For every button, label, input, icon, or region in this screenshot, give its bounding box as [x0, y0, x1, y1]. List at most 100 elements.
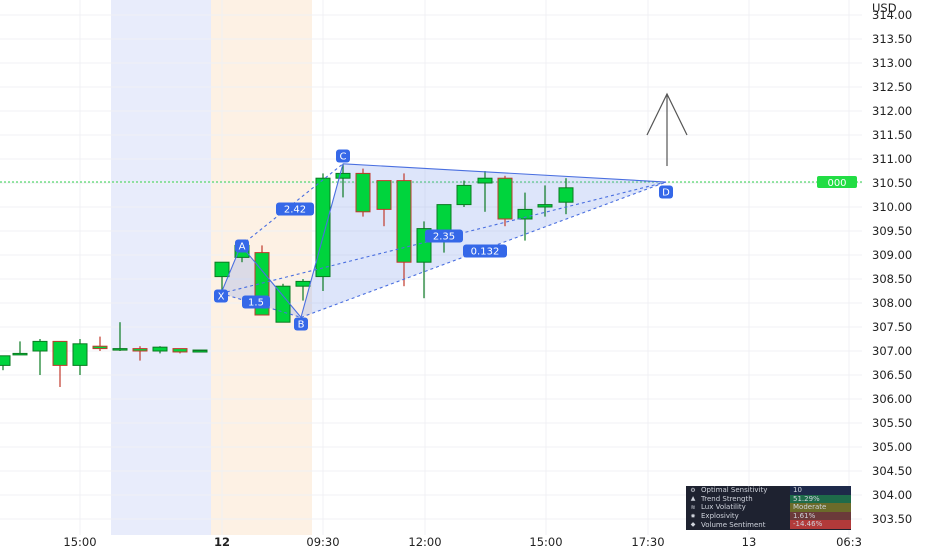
candle: [32, 339, 48, 375]
price-tick-label: 309.50: [872, 224, 912, 238]
point-label-x: X: [214, 289, 228, 303]
candle: [315, 173, 331, 291]
panel-row-key: Explosivity: [701, 512, 739, 521]
price-tick-label: 312.50: [872, 80, 912, 94]
price-tick-label: 311.50: [872, 128, 912, 142]
point-label-a: A: [235, 239, 249, 253]
candle: [355, 168, 371, 217]
price-tick-label: 310.50: [872, 176, 912, 190]
volatility-icon: ≋: [690, 503, 696, 511]
panel-row: ⚙ Optimal Sensitivity 10: [686, 486, 851, 495]
candle-body: [396, 180, 412, 263]
panel-row: ◆ Volume Sentiment -14.46%: [686, 520, 851, 529]
candle-body: [92, 345, 108, 350]
candle: [192, 350, 208, 353]
candle: [0, 355, 11, 371]
candle-body: [172, 348, 188, 353]
point-label-d: D: [659, 185, 673, 199]
panel-row: ▲ Trend Strength 51.29%: [686, 494, 851, 504]
price-tick-label: 308.50: [872, 272, 912, 286]
sentiment-icon: ◆: [690, 521, 696, 529]
current-price-badge-text: 000: [827, 178, 846, 189]
candle-body: [335, 172, 351, 179]
ratio-label-4: 2.35: [425, 229, 463, 243]
time-tick-label: 15:00: [529, 535, 562, 549]
time-tick-label: 17:30: [631, 535, 664, 549]
indicator-panel: ⚙ Optimal Sensitivity 10 ▲ Trend Strength 51.…: [686, 486, 851, 530]
candle-body: [72, 343, 88, 366]
candle-body: [192, 350, 208, 353]
explosive-icon: ✸: [690, 512, 696, 520]
price-tick-label: 304.00: [872, 488, 912, 502]
ratio-label-3: 0.132: [463, 244, 507, 258]
price-tick-label: 313.50: [872, 32, 912, 46]
point-label-c-text: C: [340, 152, 347, 163]
time-tick-label: 15:00: [63, 535, 96, 549]
point-label-a-text: A: [239, 242, 246, 253]
candle-body: [52, 340, 68, 366]
time-tick-label: 12:00: [408, 535, 441, 549]
ratio-label-2: 1.5: [242, 295, 270, 309]
price-tick-label: 310.00: [872, 200, 912, 214]
current-price-badge: 000: [817, 176, 857, 189]
price-tick-label: 313.00: [872, 56, 912, 70]
ratio-label-2-text: 1.5: [248, 298, 264, 309]
panel-row-value: 51.29%: [790, 494, 851, 504]
candle: [92, 336, 108, 351]
chart-canvas[interactable]: XABCD2.421.50.1322.35 USD314.00313.50313…: [0, 0, 932, 550]
candle-body: [477, 177, 493, 184]
candle-body: [355, 172, 371, 213]
candle-body: [214, 261, 230, 278]
ratio-label-3-text: 0.132: [471, 247, 500, 258]
candle-body: [12, 352, 28, 356]
panel-row-value: Moderate: [790, 503, 851, 512]
panel-row-value: 1.61%: [790, 511, 851, 521]
price-tick-label: 306.50: [872, 368, 912, 382]
candle-body: [558, 187, 574, 203]
candle-body: [295, 280, 311, 287]
candle-body: [456, 184, 472, 206]
price-tick-label: 307.00: [872, 344, 912, 358]
panel-row: ≋ Lux Volatility Moderate: [686, 503, 851, 512]
candle: [72, 339, 88, 375]
ratio-label-1: 2.42: [276, 202, 314, 216]
point-label-d-text: D: [662, 188, 670, 199]
point-label-x-text: X: [218, 292, 225, 303]
panel-row-key: Optimal Sensitivity: [701, 486, 768, 495]
time-tick-label: 12: [214, 535, 230, 549]
point-label-b: B: [294, 317, 308, 331]
candle: [52, 340, 68, 387]
price-tick-label: 311.00: [872, 152, 912, 166]
candle-body: [132, 348, 148, 352]
candle-body: [315, 177, 331, 278]
candle-body: [112, 348, 128, 351]
price-tick-label: 306.00: [872, 392, 912, 406]
candle-body: [32, 340, 48, 352]
candle-body: [376, 180, 392, 210]
candle: [12, 341, 28, 356]
trend-icon: ▲: [690, 495, 696, 503]
price-tick-label: 305.00: [872, 440, 912, 454]
candle: [497, 175, 513, 227]
session-band-blue: [111, 0, 211, 535]
price-tick-label: 307.50: [872, 320, 912, 334]
price-tick-label: 312.00: [872, 104, 912, 118]
panel-row-key: Volume Sentiment: [701, 520, 766, 529]
panel-row-value: -14.46%: [790, 520, 851, 529]
candle-body: [497, 177, 513, 220]
panel-row-key: Trend Strength: [701, 494, 753, 503]
candle-body: [152, 346, 168, 352]
candle-body: [537, 204, 553, 208]
price-tick-label: 314.00: [872, 8, 912, 22]
price-tick-label: 308.00: [872, 296, 912, 310]
gear-icon: ⚙: [690, 486, 696, 494]
time-tick-label: 06:3: [836, 535, 862, 549]
time-tick-label: 09:30: [306, 535, 339, 549]
panel-row: ✸ Explosivity 1.61%: [686, 511, 851, 521]
point-label-c: C: [336, 149, 350, 163]
ratio-label-1-text: 2.42: [284, 205, 306, 216]
candle-body: [436, 204, 452, 232]
price-tick-label: 309.00: [872, 248, 912, 262]
panel-row-key: Lux Volatility: [701, 503, 746, 512]
time-tick-label: 13: [742, 535, 757, 549]
